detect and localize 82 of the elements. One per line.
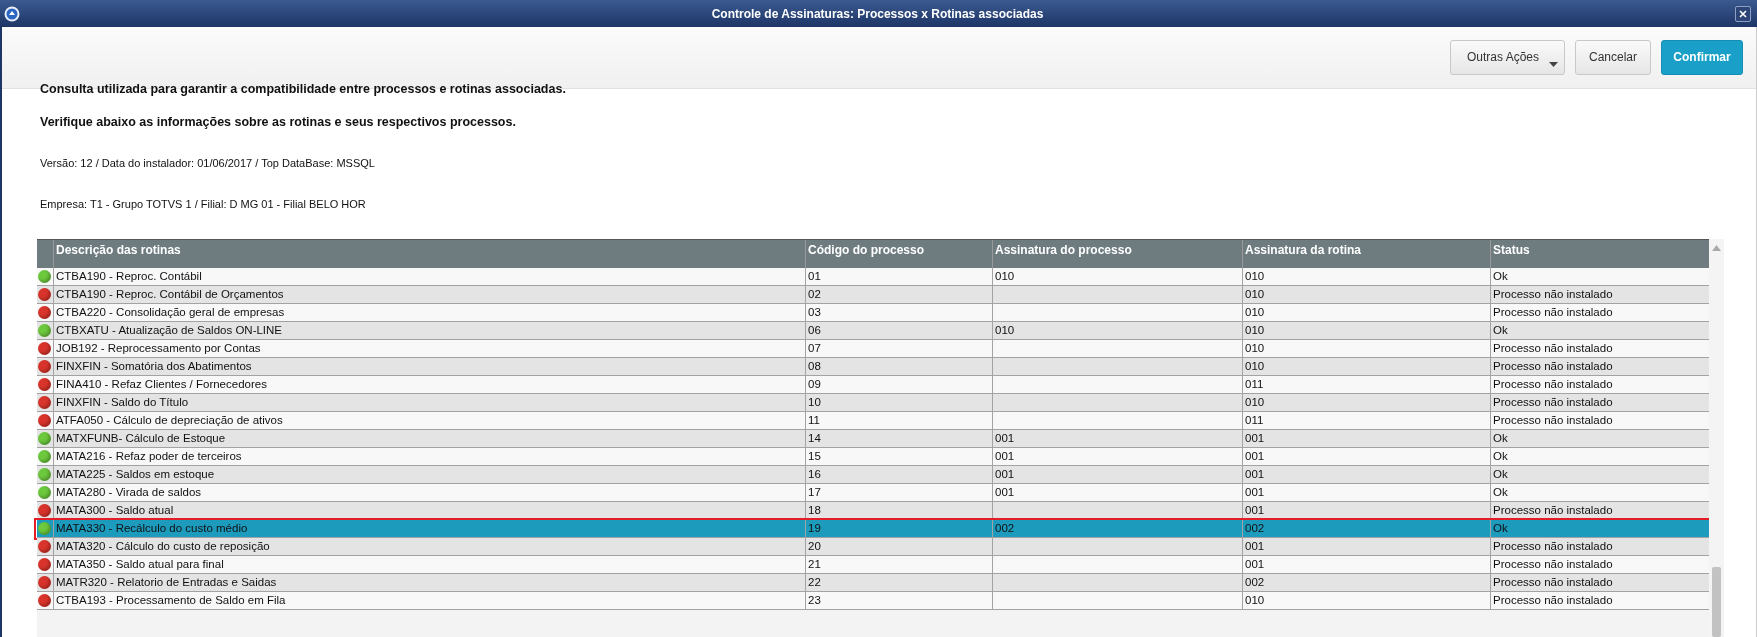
table-cell: CTBA193 - Processamento de Saldo em Fila: [53, 591, 805, 609]
table-cell: 11: [805, 411, 992, 429]
table-cell: MATA225 - Saldos em estoque: [53, 465, 805, 483]
table-cell: MATXFUNB- Cálculo de Estoque: [53, 429, 805, 447]
table-cell: 001: [992, 447, 1242, 465]
column-header[interactable]: Assinatura da rotina: [1242, 239, 1490, 268]
table-cell: 011: [1242, 411, 1490, 429]
table-cell: 002: [1242, 573, 1490, 591]
table-cell: JOB192 - Reprocessamento por Contas: [53, 339, 805, 357]
table-cell: 14: [805, 429, 992, 447]
intro-text: Verifique abaixo as informações sobre as rotinas e seus respectivos processos.: [40, 114, 517, 132]
table-cell: 001: [1242, 429, 1490, 447]
table-cell: MATA330 - Recálculo do custo médio: [53, 519, 805, 537]
table-cell: CTBA190 - Reproc. Contábil: [53, 267, 805, 285]
table-cell: 010: [1242, 357, 1490, 375]
table-cell: 15: [805, 447, 992, 465]
table-cell: MATA300 - Saldo atual: [53, 501, 805, 519]
table-cell: 010: [1242, 285, 1490, 303]
table-cell: 010: [992, 267, 1242, 285]
table-cell: MATA280 - Virada de saldos: [53, 483, 805, 501]
window-title: Controle de Assinaturas: Processos x Rotinas associadas: [710, 6, 1045, 21]
table-cell: FINA410 - Refaz Clientes / Fornecedores: [53, 375, 805, 393]
table-cell: 001: [1242, 483, 1490, 501]
table-cell: 010: [1242, 339, 1490, 357]
more-actions-button[interactable]: Outras Ações: [1449, 39, 1565, 75]
close-button[interactable]: [1735, 5, 1751, 22]
table-cell: 001: [1242, 555, 1490, 573]
table-cell: 02: [805, 285, 992, 303]
info-text: Versão: 12 / Data do instalador: 01/06/2017 / Top DataBase: MSSQL: [40, 156, 376, 172]
close-icon: [1739, 9, 1747, 18]
table-cell: 010: [1242, 303, 1490, 321]
table-cell: 20: [805, 537, 992, 555]
table-cell: 010: [1242, 321, 1490, 339]
intro-text: Consulta utilizada para garantir a compatibilidade entre processos e rotinas associadas.: [40, 81, 567, 98]
table-cell: 22: [805, 573, 992, 591]
scrollbar-thumb[interactable]: [1712, 567, 1721, 637]
table-cell: CTBA190 - Reproc. Contábil de Orçamentos: [53, 285, 805, 303]
table-cell: 21: [805, 555, 992, 573]
table-cell: MATA350 - Saldo atual para final: [53, 555, 805, 573]
table-cell: 03: [805, 303, 992, 321]
column-header[interactable]: Código do processo: [805, 239, 992, 268]
table-cell: MATA320 - Cálculo do custo de reposição: [53, 537, 805, 555]
column-header[interactable]: Assinatura do processo: [992, 239, 1242, 268]
table-cell: CTBA220 - Consolidação geral de empresas: [53, 303, 805, 321]
table-cell: FINXFIN - Saldo do Título: [53, 393, 805, 411]
table-cell: 001: [992, 465, 1242, 483]
table-cell: 010: [992, 321, 1242, 339]
table-cell: 16: [805, 465, 992, 483]
table-cell: 19: [805, 519, 992, 537]
table-row[interactable]: MATA330 - Recálculo do custo médio 19 002 002 Ok: [37, 519, 1709, 538]
table-cell: 001: [992, 429, 1242, 447]
scroll-up-icon[interactable]: [1712, 244, 1721, 251]
app-logo-icon: [4, 5, 20, 22]
table-cell: FINXFIN - Somatória dos Abatimentos: [53, 357, 805, 375]
caret-icon: [1549, 61, 1558, 67]
table-cell: 011: [1242, 375, 1490, 393]
info-text: Empresa: T1 - Grupo TOTVS 1 / Filial: D MG 01 - Filial BELO HOR: [40, 197, 367, 213]
table-cell: 07: [805, 339, 992, 357]
table-cell: CTBXATU - Atualização de Saldos ON-LINE: [53, 321, 805, 339]
table-cell: ATFA050 - Cálculo de depreciação de ativos: [53, 411, 805, 429]
table-cell: 001: [1242, 537, 1490, 555]
cancel-button[interactable]: Cancelar: [1575, 39, 1651, 75]
table-cell: 01: [805, 267, 992, 285]
column-header[interactable]: Descrição das rotinas: [53, 239, 805, 268]
table-cell: 001: [1242, 501, 1490, 519]
table-cell: 001: [1242, 447, 1490, 465]
table-cell: 09: [805, 375, 992, 393]
table-cell: 010: [1242, 393, 1490, 411]
table-cell: 08: [805, 357, 992, 375]
table-cell: 17: [805, 483, 992, 501]
table-cell: 010: [1242, 591, 1490, 609]
table-cell: 002: [1242, 519, 1490, 537]
table-cell: 06: [805, 321, 992, 339]
table-cell: 010: [1242, 267, 1490, 285]
table-cell: 18: [805, 501, 992, 519]
table-cell: MATA216 - Refaz poder de terceiros: [53, 447, 805, 465]
table-cell: 002: [992, 519, 1242, 537]
table-cell: MATR320 - Relatorio de Entradas e Saidas: [53, 573, 805, 591]
table-cell: 10: [805, 393, 992, 411]
table-cell: 001: [992, 483, 1242, 501]
table-cell: 23: [805, 591, 992, 609]
table-cell: 001: [1242, 465, 1490, 483]
